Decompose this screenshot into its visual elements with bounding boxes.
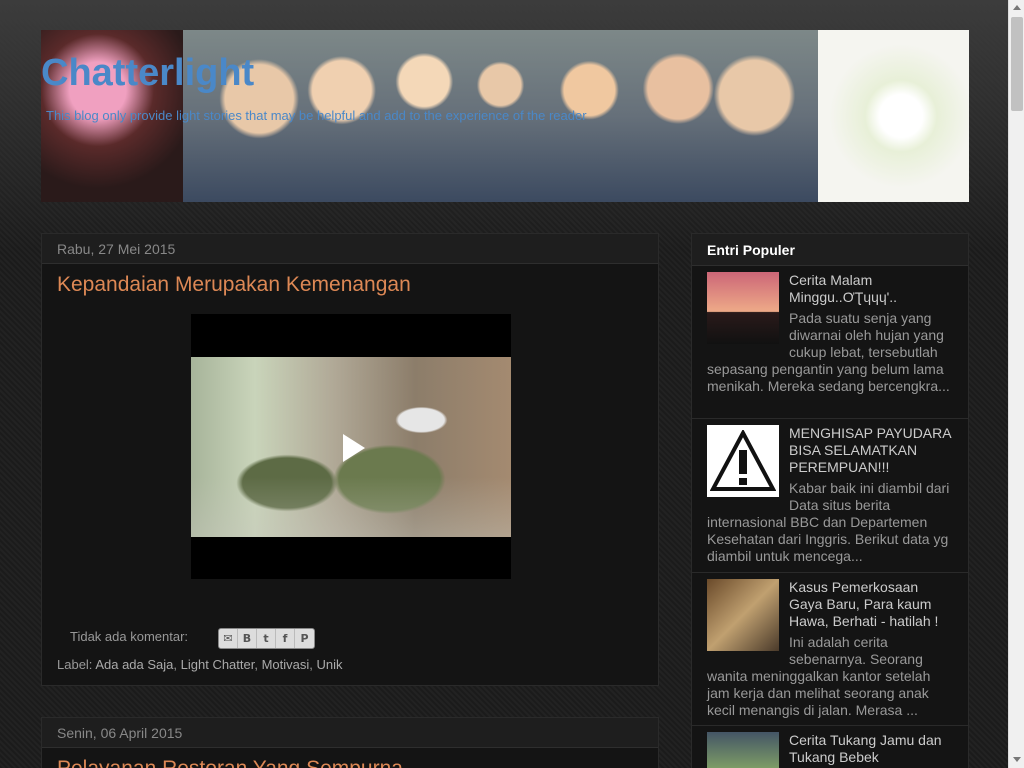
blogger-icon[interactable]: B: [238, 629, 257, 648]
post: Rabu, 27 Mei 2015 Kepandaian Merupakan K…: [41, 233, 659, 686]
comments-link[interactable]: Tidak ada komentar:: [70, 629, 188, 644]
list-item: Cerita Malam Minggu..ƠƮɥɥɥ'.. Pada suatu…: [692, 266, 968, 419]
pinterest-icon[interactable]: P: [295, 629, 314, 648]
twitter-icon[interactable]: t: [257, 629, 276, 648]
share-buttons: ✉ B t f P: [218, 628, 315, 649]
sidebar-popular-posts: Entri Populer Cerita Malam Minggu..ƠƮɥɥɥ…: [691, 233, 969, 768]
label-link[interactable]: Light Chatter: [181, 657, 255, 672]
video-player[interactable]: [191, 314, 511, 579]
label-link[interactable]: Motivasi: [262, 657, 310, 672]
list-item: MENGHISAP PAYUDARA BISA SELAMATKAN PEREM…: [692, 419, 968, 573]
blog-title[interactable]: Chatterlight: [41, 52, 254, 95]
labels-prefix: Label:: [57, 657, 93, 672]
warning-icon[interactable]: [707, 425, 779, 497]
post-labels: Label: Ada ada Saja, Light Chatter, Moti…: [57, 657, 343, 672]
post-thumbnail[interactable]: [707, 732, 779, 768]
post: Senin, 06 April 2015 Pelayanan Restoran …: [41, 717, 659, 768]
play-icon[interactable]: [343, 434, 365, 462]
page-scrollbar[interactable]: [1008, 0, 1024, 768]
blog-description: This blog only provide light stories tha…: [46, 108, 587, 123]
post-date: Rabu, 27 Mei 2015: [42, 234, 658, 264]
list-item: Cerita Tukang Jamu dan Tukang Bebek: [692, 726, 968, 768]
label-link[interactable]: Ada ada Saja: [95, 657, 173, 672]
post-title[interactable]: Pelayanan Restoran Yang Sempurna: [42, 748, 658, 768]
post-title[interactable]: Kepandaian Merupakan Kemenangan: [42, 264, 658, 297]
post-thumbnail[interactable]: [707, 272, 779, 344]
widget-title: Entri Populer: [692, 234, 968, 266]
post-thumbnail[interactable]: [707, 579, 779, 651]
facebook-icon[interactable]: f: [276, 629, 295, 648]
scroll-down-icon[interactable]: [1013, 757, 1021, 762]
header-image-dessert: [818, 30, 969, 202]
scrollbar-thumb[interactable]: [1011, 17, 1023, 111]
post-date: Senin, 06 April 2015: [42, 718, 658, 748]
email-icon[interactable]: ✉: [219, 629, 238, 648]
scroll-up-icon[interactable]: [1013, 5, 1021, 10]
label-link[interactable]: Unik: [317, 657, 343, 672]
list-item: Kasus Pemerkosaan Gaya Baru, Para kaum H…: [692, 573, 968, 726]
